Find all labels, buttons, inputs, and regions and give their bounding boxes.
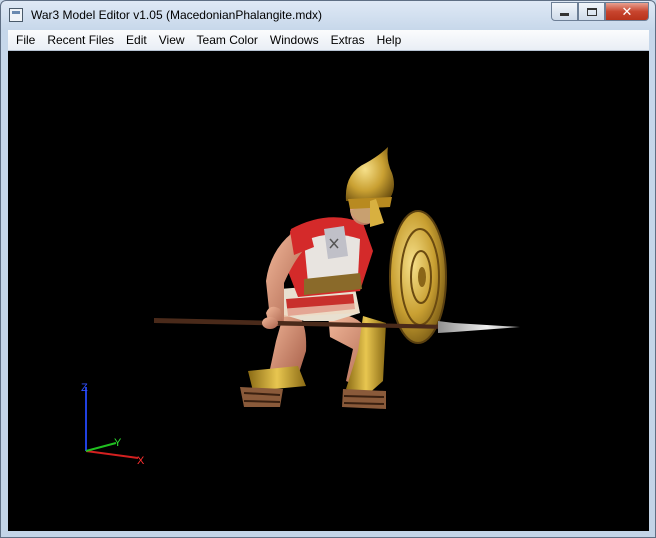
app-icon[interactable]	[9, 8, 23, 22]
soldier-model	[154, 147, 520, 409]
axis-gizmo: Z X Y	[81, 382, 145, 467]
caption-buttons: ✕	[551, 2, 649, 21]
x-axis-line	[85, 450, 139, 459]
minimize-button[interactable]	[551, 2, 578, 21]
menu-extras[interactable]: Extras	[325, 30, 371, 51]
title-bar[interactable]: War3 Model Editor v1.05 (MacedonianPhala…	[1, 1, 655, 30]
app-window: War3 Model Editor v1.05 (MacedonianPhala…	[0, 0, 656, 538]
z-axis-label: Z	[81, 382, 88, 394]
maximize-button[interactable]	[578, 2, 605, 21]
y-axis-label: Y	[114, 437, 122, 449]
model-viewport[interactable]: Z X Y	[8, 51, 649, 531]
menu-recent-files[interactable]: Recent Files	[41, 30, 120, 51]
window-title: War3 Model Editor v1.05 (MacedonianPhala…	[31, 8, 323, 22]
menu-view[interactable]: View	[153, 30, 191, 51]
menu-help[interactable]: Help	[371, 30, 408, 51]
viewport-canvas[interactable]: Z X Y	[8, 51, 649, 531]
menu-file[interactable]: File	[10, 30, 41, 51]
close-button[interactable]: ✕	[605, 2, 649, 21]
menu-bar: File Recent Files Edit View Team Color W…	[8, 30, 649, 51]
minimize-icon	[560, 13, 569, 16]
maximize-icon	[586, 7, 597, 16]
y-axis-line	[85, 442, 117, 452]
menu-edit[interactable]: Edit	[120, 30, 153, 51]
x-axis-label: X	[137, 455, 145, 467]
menu-team-color[interactable]: Team Color	[191, 30, 264, 51]
close-icon: ✕	[621, 4, 633, 19]
menu-windows[interactable]: Windows	[264, 30, 325, 51]
